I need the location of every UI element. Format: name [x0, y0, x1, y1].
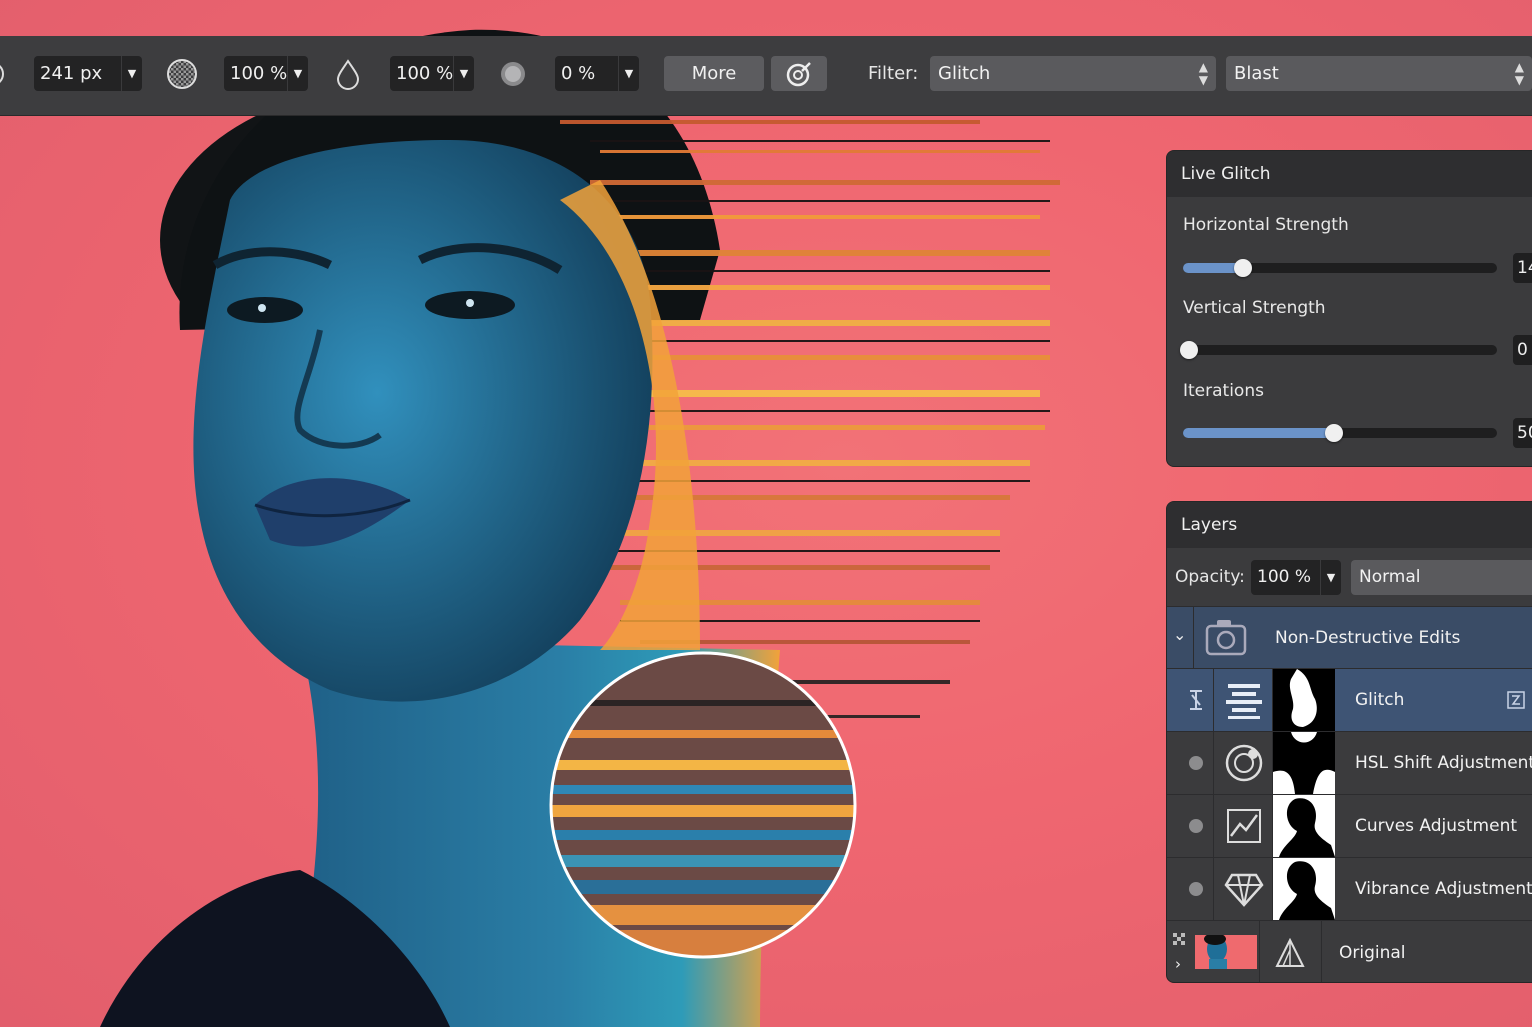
pixel-layer-icon	[1275, 938, 1305, 967]
layer-name: HSL Shift Adjustment	[1355, 753, 1532, 773]
layer-name: Curves Adjustment	[1355, 816, 1518, 836]
vertical-strength-value[interactable]: 0	[1513, 335, 1532, 365]
opacity-field[interactable]: 100 % ▼	[224, 56, 308, 91]
panel-title: Live Glitch	[1167, 151, 1532, 197]
pressure-icon	[786, 62, 811, 87]
chevron-down-icon[interactable]: ▼	[453, 56, 474, 91]
blend-mode-value: Normal	[1359, 567, 1421, 587]
layer-mask-thumbnail	[1273, 795, 1335, 857]
layer-mask-thumbnail	[1273, 858, 1335, 920]
visibility-toggle[interactable]	[1189, 756, 1203, 770]
checker-icon	[1173, 933, 1185, 945]
hardness-icon[interactable]	[497, 58, 529, 90]
original-divider	[1321, 921, 1322, 982]
layer-row-curves[interactable]: Curves Adjustment	[1167, 794, 1532, 857]
layer-name: Glitch	[1355, 690, 1405, 710]
filter-variant-select[interactable]: Blast ▲ ▼	[1226, 56, 1532, 91]
visibility-toggle[interactable]	[1189, 819, 1203, 833]
layer-name: Vibrance Adjustment	[1355, 879, 1532, 899]
layer-row-original[interactable]: › Original	[1167, 920, 1532, 982]
flow-field[interactable]: 100 % ▼	[390, 56, 474, 91]
blend-mode-select[interactable]: Normal	[1351, 560, 1532, 595]
flow-value: 100 %	[396, 63, 454, 84]
chevron-down-icon[interactable]: ▼	[287, 56, 308, 91]
layer-mask-thumbnail	[1273, 669, 1335, 731]
panel-title: Layers	[1167, 502, 1532, 548]
width-value: 241 px	[40, 63, 103, 84]
updown-chevron-icon: ▲ ▼	[1198, 60, 1208, 87]
layer-row-vibrance[interactable]: Vibrance Adjustment	[1167, 857, 1532, 920]
hsl-adjustment-icon	[1225, 744, 1263, 782]
force-pressure-button[interactable]	[771, 56, 827, 91]
fx-badge-icon	[1507, 691, 1525, 709]
layer-group-row[interactable]: ⌄ Non-Destructive Edits	[1167, 606, 1532, 669]
layer-row-glitch[interactable]: Glitch	[1167, 668, 1532, 731]
slider-knob[interactable]	[1233, 259, 1252, 277]
vibrance-adjustment-icon	[1224, 873, 1264, 907]
horizontal-strength-slider[interactable]	[1183, 259, 1497, 277]
more-button[interactable]: More	[664, 56, 764, 91]
flow-drop-icon[interactable]	[332, 58, 364, 90]
filter-value: Glitch	[938, 63, 991, 84]
slider-knob[interactable]	[1180, 341, 1198, 359]
slider-label: Vertical Strength	[1183, 298, 1326, 318]
chevron-down-icon[interactable]: ▼	[121, 56, 142, 91]
filter-label: Filter:	[868, 63, 919, 84]
filter-select[interactable]: Glitch ▲ ▼	[930, 56, 1216, 91]
layer-opacity-field[interactable]: 100 % ▼	[1251, 560, 1341, 595]
chevron-right-icon[interactable]: ›	[1175, 955, 1181, 973]
slider-label: Horizontal Strength	[1183, 215, 1349, 235]
chevron-down-icon[interactable]: ▼	[1320, 560, 1341, 595]
width-field[interactable]: 241 px ▼	[34, 56, 142, 91]
horizontal-strength-value[interactable]: 14	[1513, 253, 1532, 283]
original-divider	[1259, 921, 1260, 982]
face-shape	[193, 140, 653, 702]
hardness-value: 0 %	[561, 63, 596, 84]
original-thumbnail	[1195, 935, 1257, 969]
group-name: Non-Destructive Edits	[1275, 628, 1461, 648]
layers-panel: Layers Opacity: 100 % ▼ Normal ⌄ Non-Des…	[1166, 501, 1532, 983]
live-glitch-panel: Live Glitch Horizontal Strength 14 Verti…	[1166, 150, 1532, 467]
filter-variant-value: Blast	[1234, 63, 1279, 84]
filter-pin-icon	[1190, 690, 1202, 710]
group-divider	[1193, 607, 1194, 669]
opacity-value: 100 %	[230, 63, 288, 84]
texture-icon[interactable]	[166, 58, 198, 90]
hardness-field[interactable]: 0 % ▼	[555, 56, 639, 91]
layer-opacity-value: 100 %	[1257, 567, 1312, 587]
layer-row-hsl[interactable]: HSL Shift Adjustment	[1167, 731, 1532, 794]
glitch-filter-icon	[1226, 684, 1262, 719]
vertical-strength-slider[interactable]	[1180, 341, 1497, 359]
chevron-down-icon[interactable]: ▼	[618, 56, 639, 91]
opacity-label: Opacity:	[1175, 567, 1245, 587]
slider-fill	[1183, 428, 1334, 438]
layer-mask-thumbnail	[1273, 732, 1335, 794]
slider-label: Iterations	[1183, 381, 1264, 401]
context-toolbar: 241 px ▼ 100 % ▼ 100 % ▼ 0 % ▼ More Filt…	[0, 36, 1532, 116]
camera-group-icon	[1205, 620, 1247, 656]
iterations-value[interactable]: 50	[1513, 418, 1532, 448]
layer-icon-box	[1213, 732, 1273, 794]
layer-icon-box	[1213, 858, 1273, 920]
layer-icon-box	[1213, 669, 1273, 731]
visibility-toggle[interactable]	[1189, 882, 1203, 896]
layer-icon-box	[1213, 795, 1273, 857]
brush-tool-icon[interactable]	[0, 58, 16, 90]
updown-chevron-icon: ▲ ▼	[1514, 60, 1524, 87]
layer-name: Original	[1339, 943, 1406, 963]
iterations-slider[interactable]	[1183, 424, 1497, 442]
slider-knob[interactable]	[1324, 424, 1343, 442]
chevron-down-icon[interactable]: ⌄	[1173, 625, 1186, 644]
curves-adjustment-icon	[1227, 809, 1261, 843]
